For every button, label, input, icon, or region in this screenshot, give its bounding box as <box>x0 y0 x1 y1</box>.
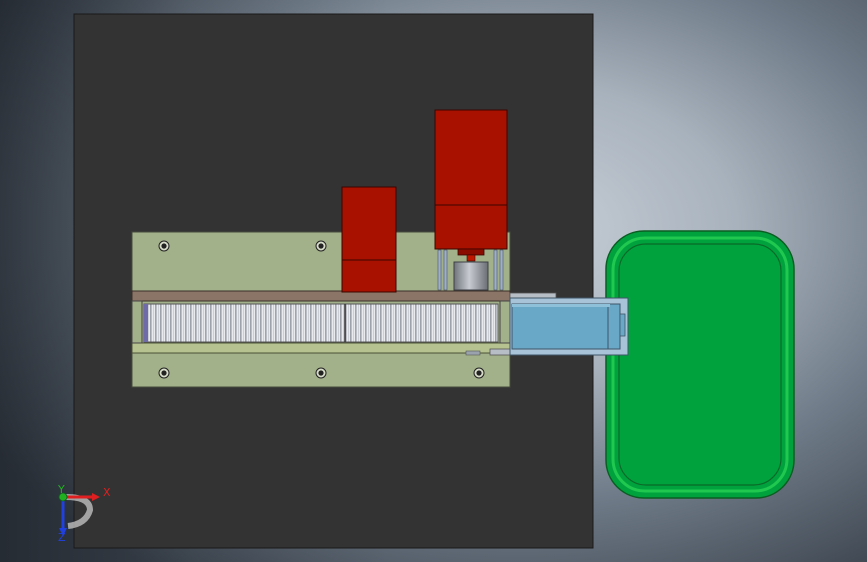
motor-right[interactable] <box>434 109 508 262</box>
green-tray[interactable] <box>605 230 795 499</box>
roller-belt[interactable] <box>143 303 499 343</box>
cad-model[interactable] <box>0 0 867 562</box>
motor-left[interactable] <box>341 186 397 293</box>
triad-y-label: Y <box>58 483 65 496</box>
triad-z-label: Z <box>58 531 66 544</box>
triad-x-label: X <box>103 486 111 499</box>
